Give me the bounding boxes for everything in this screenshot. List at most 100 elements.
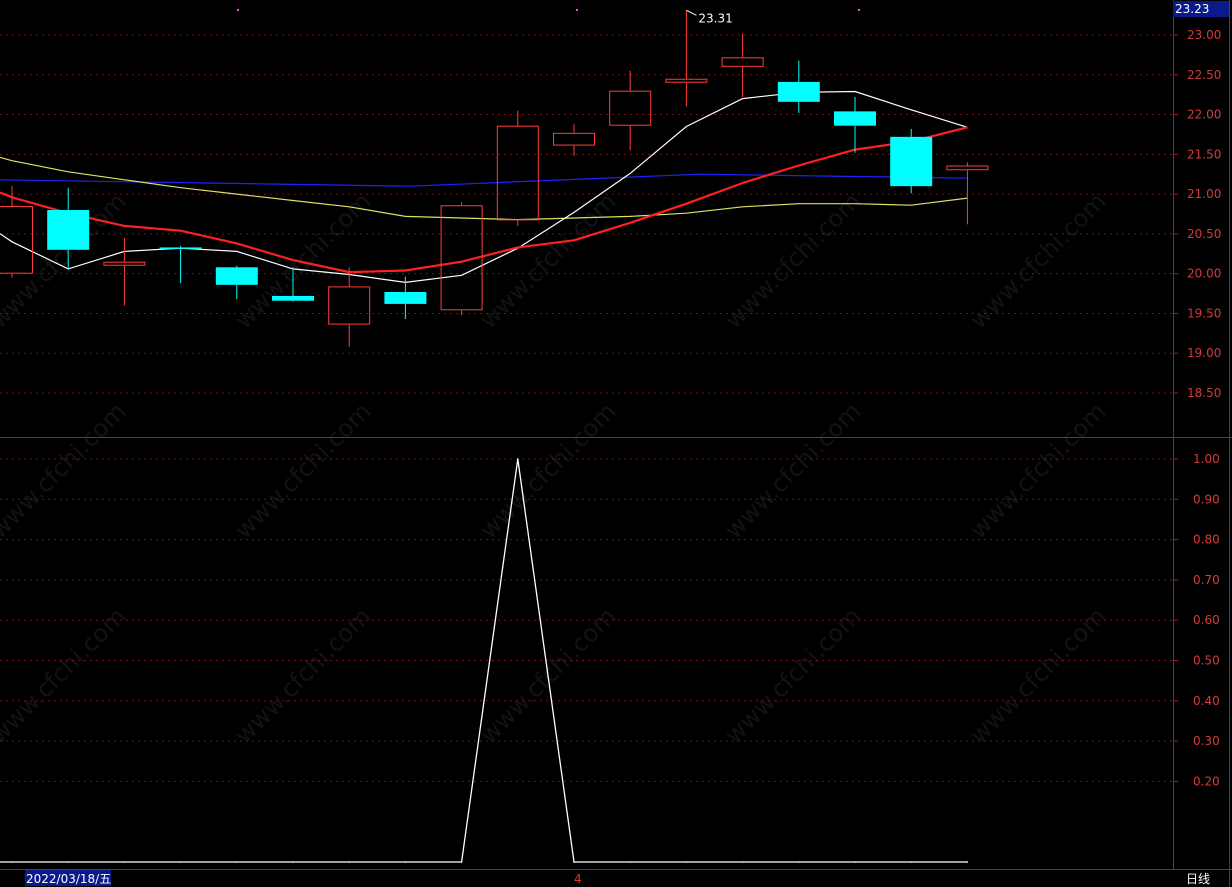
high-price-label: 23.31	[698, 11, 732, 25]
candle-body	[215, 267, 258, 285]
indicator-point	[348, 861, 351, 863]
indicator-point	[517, 458, 519, 460]
y-axis-ticks: 23.00 22.50 22.00 21.50 21.00 20.50 20.00 19.50…	[1173, 28, 1221, 788]
candle[interactable]	[384, 276, 427, 320]
indicator-point	[910, 861, 912, 863]
candle-body	[328, 286, 371, 325]
indicator-point	[460, 861, 463, 863]
indicator-point	[67, 861, 69, 863]
current-price-tag: 23.23	[1173, 1, 1229, 17]
indicator-point	[11, 861, 13, 863]
watermark-text: www.cfchi.com	[719, 602, 866, 749]
indicator-tick-label: 0.70	[1193, 573, 1220, 587]
indicator-point	[179, 861, 182, 863]
price-tick-label: 18.50	[1187, 386, 1221, 400]
indicator-tick-label: 0.30	[1193, 734, 1220, 748]
watermark-text: www.cfchi.com	[474, 187, 621, 334]
candle-body	[47, 210, 90, 250]
candle-body	[272, 295, 314, 301]
candle[interactable]	[946, 162, 989, 225]
candle-body	[777, 81, 820, 102]
candle-body	[609, 90, 652, 126]
indicator-tick-label: 1.00	[1193, 452, 1220, 466]
current-price-label: 23.23	[1175, 2, 1209, 16]
top-markers	[237, 9, 860, 11]
candle-body	[665, 78, 708, 83]
price-tick-label: 21.50	[1187, 147, 1221, 161]
ma60-line	[0, 173, 969, 187]
watermark-text: www.cfchi.com	[964, 187, 1111, 334]
stock-chart[interactable]: www.cfchi.com www.cfchi.com www.cfchi.com w…	[0, 0, 1232, 887]
indicator-tick-label: 0.90	[1193, 492, 1220, 506]
candle-body	[890, 136, 933, 187]
indicator-point	[966, 861, 969, 863]
watermark-text: www.cfchi.com	[229, 602, 376, 749]
candle[interactable]	[721, 33, 764, 98]
bottom-bar: 2022/03/18/五 4 日线	[25, 870, 1210, 886]
candle[interactable]	[103, 237, 146, 306]
indicator-tick-label: 0.40	[1193, 694, 1220, 708]
watermark-text: www.cfchi.com	[229, 187, 376, 334]
marker-dot	[237, 9, 239, 11]
candle[interactable]	[890, 128, 933, 194]
price-tick-label: 19.50	[1187, 306, 1221, 320]
moving-average-lines	[0, 90, 969, 284]
indicator-point	[123, 861, 126, 863]
indicator-point	[741, 861, 744, 863]
marker-dot	[576, 9, 578, 11]
indicator-tick-label: 0.60	[1193, 613, 1220, 627]
watermark-text: www.cfchi.com	[229, 397, 376, 544]
price-tick-label: 21.00	[1187, 187, 1221, 201]
candle-body	[496, 125, 539, 221]
indicator-point	[404, 861, 407, 863]
indicator-point	[292, 861, 294, 863]
indicator-point	[685, 861, 688, 863]
indicator-point	[236, 861, 238, 863]
price-tick-label: 22.50	[1187, 68, 1221, 82]
watermark-text: www.cfchi.com	[719, 397, 866, 544]
candle-body	[159, 247, 202, 249]
candle[interactable]	[159, 245, 202, 284]
grid-lines	[0, 34, 1173, 782]
candle[interactable]	[0, 186, 33, 278]
price-tick-label: 20.00	[1187, 267, 1221, 281]
cursor-label: 4	[574, 872, 582, 886]
candle[interactable]	[496, 110, 539, 226]
candle[interactable]	[834, 97, 876, 153]
marker-dot	[858, 9, 860, 11]
indicator-point	[573, 861, 575, 863]
price-tick-label: 19.00	[1187, 346, 1221, 360]
watermark-text: www.cfchi.com	[964, 602, 1111, 749]
price-tick-label: 22.00	[1187, 108, 1221, 122]
candle[interactable]	[777, 60, 820, 113]
high-annotation: 23.31	[686, 9, 733, 25]
watermark-text: www.cfchi.com	[0, 397, 131, 544]
watermark-layer: www.cfchi.com www.cfchi.com www.cfchi.com w…	[0, 187, 1111, 749]
candle-body	[0, 206, 33, 274]
price-tick-label: 23.00	[1187, 28, 1221, 42]
date-label: 2022/03/18/五	[26, 872, 111, 886]
watermark-text: www.cfchi.com	[964, 397, 1111, 544]
watermark-text: www.cfchi.com	[474, 397, 621, 544]
period-label[interactable]: 日线	[1186, 872, 1210, 886]
candle-body	[834, 111, 876, 126]
candle[interactable]	[328, 267, 371, 347]
candle-body	[553, 132, 595, 146]
indicator-tick-label: 0.80	[1193, 533, 1220, 547]
candle-body	[103, 261, 146, 266]
indicator-point	[629, 861, 631, 863]
price-tick-label: 20.50	[1187, 227, 1221, 241]
indicator-tick-label: 0.20	[1193, 774, 1220, 788]
indicator-point	[854, 861, 856, 863]
candle-body	[946, 165, 989, 171]
candle[interactable]	[609, 70, 652, 151]
candle-body	[384, 291, 427, 304]
watermark-text: www.cfchi.com	[719, 187, 866, 334]
indicator-tick-label: 0.50	[1193, 654, 1220, 668]
candle[interactable]	[553, 124, 595, 156]
watermark-text: www.cfchi.com	[0, 187, 131, 334]
watermark-text: www.cfchi.com	[0, 602, 131, 749]
indicator-point	[798, 861, 800, 863]
ma5-line	[0, 90, 968, 284]
candle-body	[721, 57, 764, 67]
